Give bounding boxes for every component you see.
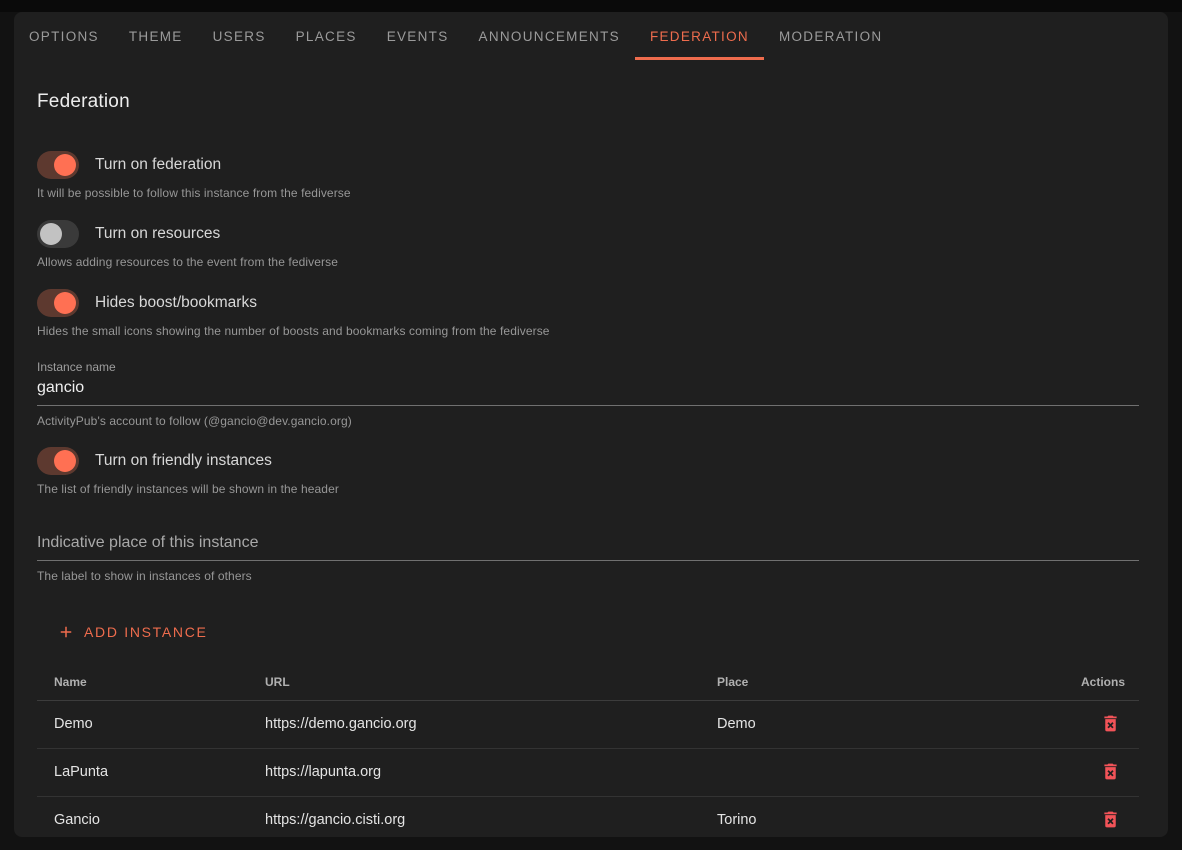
toggle-thumb <box>54 450 76 472</box>
resources-toggle-hint: Allows adding resources to the event fro… <box>37 255 1139 269</box>
instance-url-cell: https://lapunta.org <box>265 748 717 796</box>
setting-friendly-instances: Turn on friendly instances The list of f… <box>37 447 1139 496</box>
column-header-actions: Actions <box>1050 664 1139 700</box>
toggle-thumb <box>40 223 62 245</box>
instance-url-cell: https://demo.gancio.org <box>265 700 717 748</box>
instance-place-hint: The label to show in instances of others <box>37 569 1139 583</box>
hide-boost-toggle[interactable] <box>37 289 79 317</box>
instance-url-cell: https://gancio.cisti.org <box>265 796 717 837</box>
hide-boost-toggle-label: Hides boost/bookmarks <box>95 294 257 312</box>
table-header-row: Name URL Place Actions <box>37 664 1139 700</box>
trash-delete-icon <box>1100 809 1121 830</box>
table-row: Demo https://demo.gancio.org Demo <box>37 700 1139 748</box>
toggle-thumb <box>54 292 76 314</box>
instance-name-label: Instance name <box>37 360 1139 374</box>
friendly-instances-toggle[interactable] <box>37 447 79 475</box>
tab-users[interactable]: Users <box>198 12 281 60</box>
instance-place-input[interactable] <box>37 532 1139 561</box>
top-spacer <box>0 0 1182 12</box>
instance-name-field: Instance name ActivityPub's account to f… <box>37 360 1139 428</box>
toggle-thumb <box>54 154 76 176</box>
resources-toggle-label: Turn on resources <box>95 225 220 243</box>
setting-federation: Turn on federation It will be possible t… <box>37 151 1139 200</box>
tab-moderation[interactable]: Moderation <box>764 12 898 60</box>
column-header-name: Name <box>37 664 265 700</box>
plus-icon <box>57 623 75 641</box>
delete-instance-button[interactable] <box>1096 710 1125 737</box>
tab-federation[interactable]: Federation <box>635 12 764 60</box>
tab-announcements[interactable]: Announcements <box>464 12 635 60</box>
instance-name-cell: LaPunta <box>37 748 265 796</box>
add-instance-button-label: Add Instance <box>84 624 208 640</box>
instance-place-cell: Demo <box>717 700 1050 748</box>
resources-toggle[interactable] <box>37 220 79 248</box>
tab-options[interactable]: Options <box>14 12 114 60</box>
instance-place-cell <box>717 748 1050 796</box>
admin-tab-bar: Options Theme Users Places Events Announ… <box>14 12 1168 60</box>
page-title: Federation <box>37 91 1139 113</box>
delete-instance-button[interactable] <box>1096 758 1125 785</box>
add-instance-button[interactable]: Add Instance <box>49 616 216 648</box>
tab-events[interactable]: Events <box>372 12 464 60</box>
instance-place-field: The label to show in instances of others <box>37 532 1139 583</box>
column-header-place: Place <box>717 664 1050 700</box>
instance-name-hint: ActivityPub's account to follow (@gancio… <box>37 414 1139 428</box>
federation-toggle-hint: It will be possible to follow this insta… <box>37 186 1139 200</box>
tab-theme[interactable]: Theme <box>114 12 198 60</box>
setting-resources: Turn on resources Allows adding resource… <box>37 220 1139 269</box>
federation-toggle[interactable] <box>37 151 79 179</box>
setting-hide-boost: Hides boost/bookmarks Hides the small ic… <box>37 289 1139 338</box>
hide-boost-toggle-hint: Hides the small icons showing the number… <box>37 324 1139 338</box>
tab-places[interactable]: Places <box>281 12 372 60</box>
friendly-instances-toggle-hint: The list of friendly instances will be s… <box>37 482 1139 496</box>
trash-delete-icon <box>1100 713 1121 734</box>
friendly-instances-table: Name URL Place Actions Demo https://demo… <box>37 664 1139 837</box>
instance-name-cell: Demo <box>37 700 265 748</box>
delete-instance-button[interactable] <box>1096 806 1125 833</box>
column-header-url: URL <box>265 664 717 700</box>
instance-place-cell: Torino <box>717 796 1050 837</box>
friendly-instances-toggle-label: Turn on friendly instances <box>95 452 272 470</box>
table-row: Gancio https://gancio.cisti.org Torino <box>37 796 1139 837</box>
instance-name-cell: Gancio <box>37 796 265 837</box>
table-row: LaPunta https://lapunta.org <box>37 748 1139 796</box>
admin-federation-card: Options Theme Users Places Events Announ… <box>14 12 1168 837</box>
instance-name-input[interactable] <box>37 374 1139 406</box>
trash-delete-icon <box>1100 761 1121 782</box>
federation-toggle-label: Turn on federation <box>95 156 221 174</box>
